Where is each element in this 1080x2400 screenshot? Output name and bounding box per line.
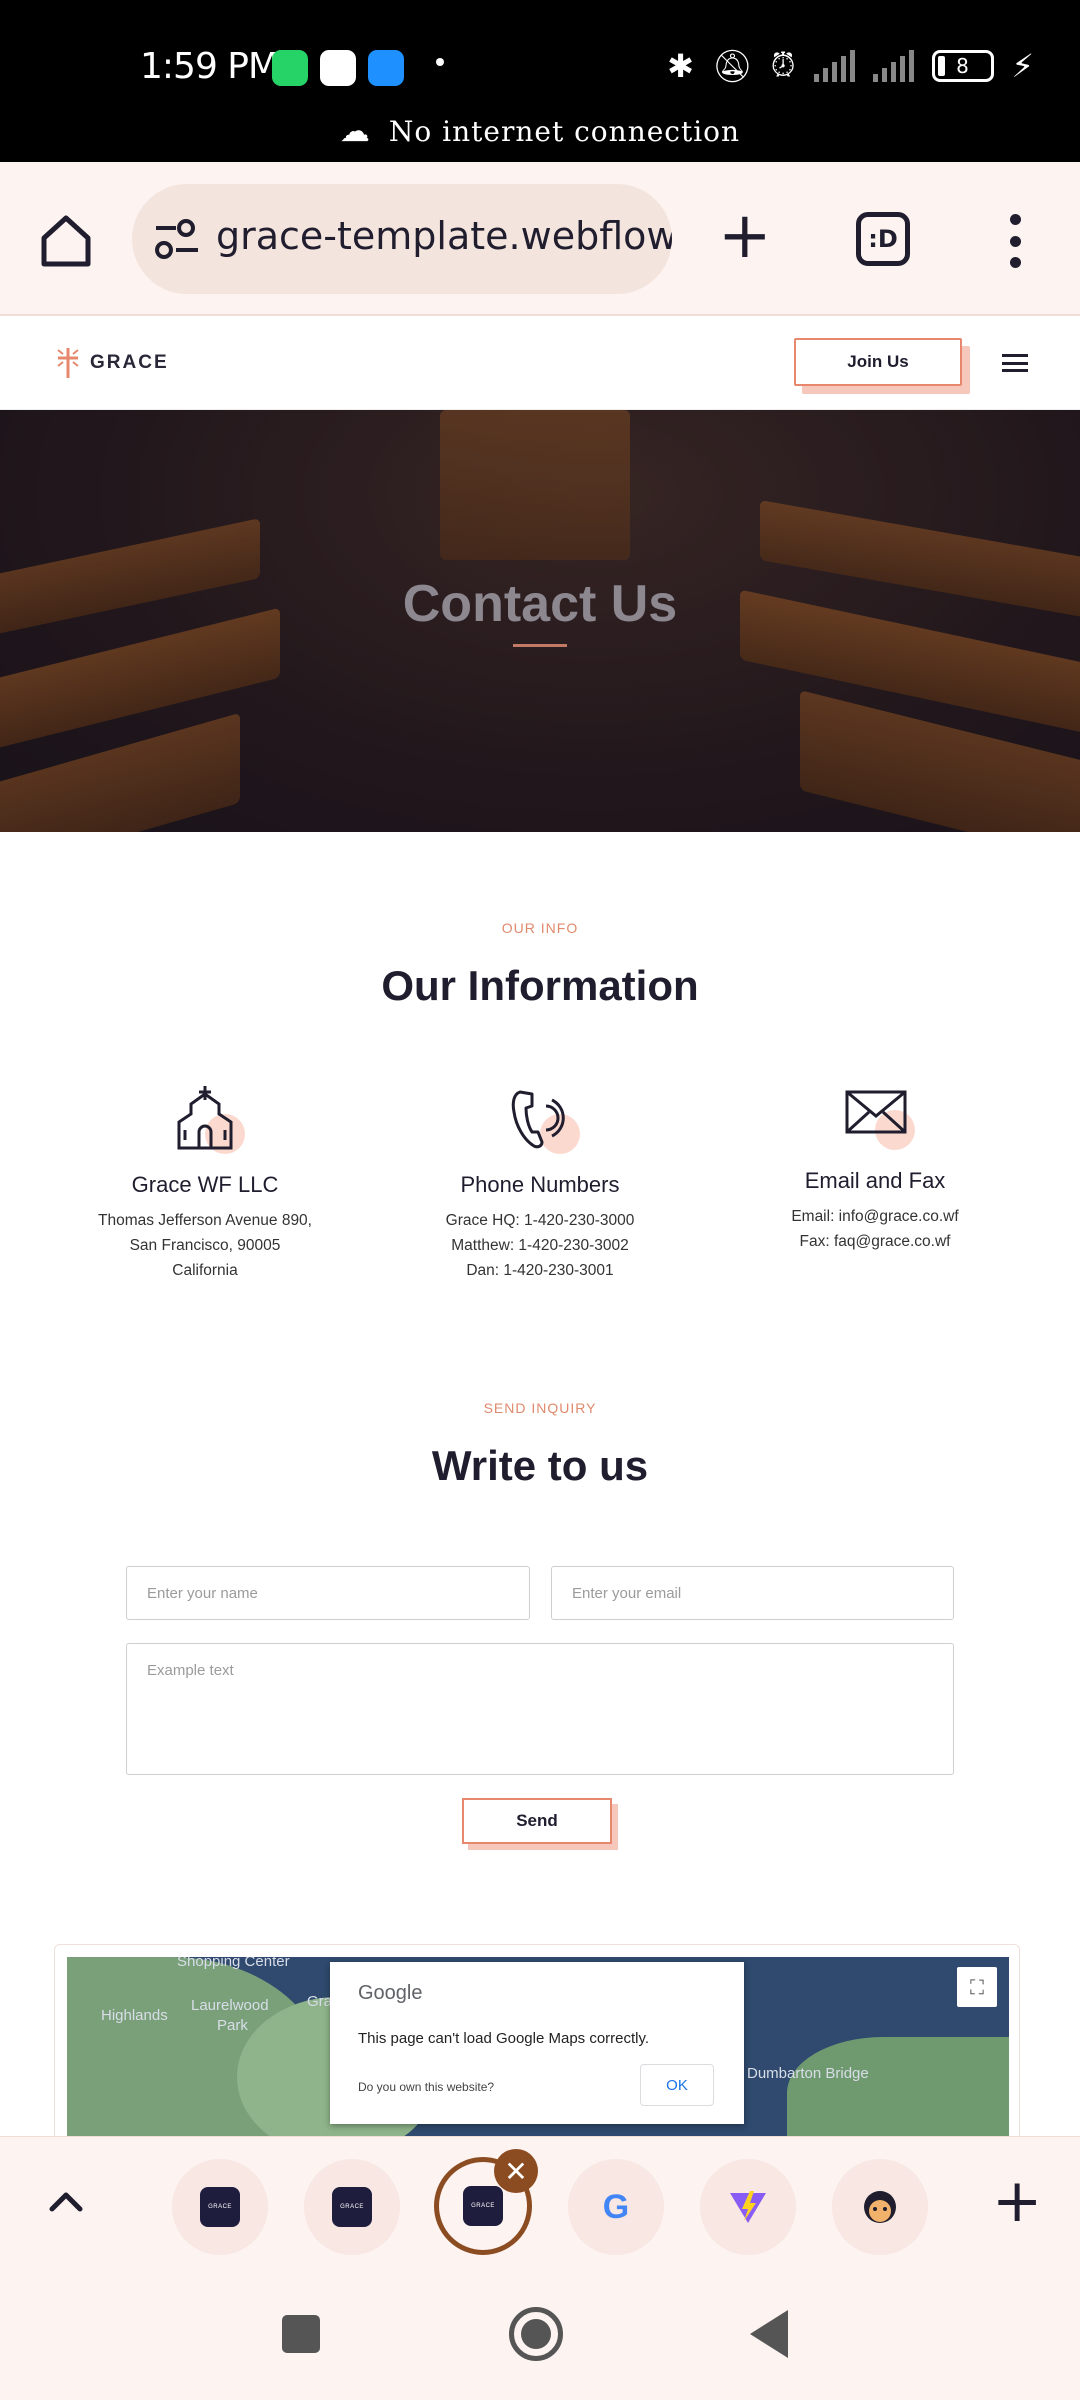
info-eyebrow: OUR INFO xyxy=(501,920,579,936)
home-icon[interactable] xyxy=(36,210,96,270)
tab-switcher-button[interactable]: :D xyxy=(856,212,910,266)
send-button[interactable]: Send xyxy=(462,1798,612,1844)
title-underline xyxy=(513,644,567,647)
tab-strip: GRACE GRACE GRACE ✕ G + xyxy=(0,2136,1080,2270)
map-label: Gra xyxy=(307,1993,333,2010)
more-notifications-dot xyxy=(436,58,444,66)
back-button[interactable] xyxy=(750,2310,788,2358)
address-bar[interactable]: grace-template.webflow.io xyxy=(132,184,672,294)
fax-line[interactable]: Fax: faq@grace.co.wf xyxy=(710,1229,1040,1254)
cross-logo-icon xyxy=(57,348,79,378)
map-label: Laurelwood xyxy=(191,1997,269,2014)
hero-banner: Contact Us xyxy=(0,410,1080,832)
info-title: Our Information xyxy=(381,962,699,1009)
grace-favicon: GRACE xyxy=(200,2187,240,2227)
tab-vite[interactable] xyxy=(700,2159,796,2255)
connection-notice-text: No internet connection xyxy=(388,115,741,148)
info-lines: Email: info@grace.co.wf Fax: faq@grace.c… xyxy=(710,1204,1040,1254)
inquiry-title: Write to us xyxy=(431,1442,649,1489)
tab-grace-2[interactable]: GRACE xyxy=(304,2159,400,2255)
tab-google[interactable]: G xyxy=(568,2159,664,2255)
browser-toolbar: grace-template.webflow.io + :D xyxy=(0,162,1080,316)
info-column-email: Email and Fax Email: info@grace.co.wf Fa… xyxy=(710,1076,1040,1254)
chevron-up-icon[interactable] xyxy=(42,2177,90,2225)
inquiry-eyebrow: SEND INQUIRY xyxy=(483,1400,597,1416)
email-input[interactable]: Enter your email xyxy=(551,1566,954,1620)
address-line: California xyxy=(172,1262,238,1279)
envelope-icon xyxy=(835,1076,915,1156)
church-icon xyxy=(165,1080,245,1160)
tab-grace-1[interactable]: GRACE xyxy=(172,2159,268,2255)
logo-text: GRACE xyxy=(90,352,169,373)
avatar-favicon xyxy=(864,2191,896,2223)
info-name: Phone Numbers xyxy=(460,1172,620,1197)
system-nav-bar xyxy=(0,2270,1080,2400)
map-label: Highlands xyxy=(101,2007,168,2024)
url-text: grace-template.webflow.io xyxy=(216,214,672,258)
battery-icon: 8 xyxy=(931,49,994,82)
map-label: Shopping Center xyxy=(177,1957,290,1970)
site-settings-icon[interactable] xyxy=(154,218,200,260)
own-website-question[interactable]: Do you own this website? xyxy=(358,2080,494,2094)
google-favicon: G xyxy=(602,2187,630,2226)
tab-avatar[interactable] xyxy=(832,2159,928,2255)
maps-error-message: This page can't load Google Maps correct… xyxy=(358,2030,650,2047)
add-tab-icon[interactable]: + xyxy=(992,2171,1042,2231)
page-title: Contact Us xyxy=(402,575,678,633)
connection-notice: ☁︎ No internet connection xyxy=(0,114,1080,149)
signal-1-icon xyxy=(813,49,855,82)
map-label: Dumbarton Bridge xyxy=(747,2065,869,2082)
phone-line[interactable]: Matthew: 1-420-230-3002 xyxy=(375,1233,705,1258)
phone-icon xyxy=(500,1080,580,1160)
map-label: Park xyxy=(217,2017,248,2034)
whatsapp-icon xyxy=(272,50,308,86)
info-column-address: Grace WF LLC Thomas Jefferson Avenue 890… xyxy=(40,1080,370,1283)
battery-level: 8 xyxy=(956,53,969,78)
address-line: San Francisco, 90005 xyxy=(129,1237,281,1254)
pulpit-image xyxy=(440,410,630,560)
info-name: Grace WF LLC xyxy=(131,1172,279,1197)
playstore-icon xyxy=(320,50,356,86)
name-input[interactable]: Enter your name xyxy=(126,1566,530,1620)
status-bar: 1:59 PM ✱ 🔕︎ ⏰︎ 8 ⚡︎ ☁︎ No internet conne… xyxy=(0,0,1080,162)
notification-icons xyxy=(272,50,404,86)
email-line[interactable]: Email: info@grace.co.wf xyxy=(710,1204,1040,1229)
site-header: GRACE Join Us xyxy=(0,316,1080,410)
status-time: 1:59 PM xyxy=(140,46,279,87)
join-us-button[interactable]: Join Us xyxy=(794,338,962,386)
mute-icon: 🔕︎ xyxy=(711,46,753,85)
bluetooth-icon: ✱ xyxy=(667,46,694,85)
site-logo[interactable]: GRACE xyxy=(54,346,169,380)
signal-2-icon xyxy=(872,49,914,82)
recents-button[interactable] xyxy=(282,2315,320,2353)
info-column-phones: Phone Numbers Grace HQ: 1-420-230-3000 M… xyxy=(375,1080,705,1283)
charging-icon: ⚡︎ xyxy=(1011,46,1034,85)
info-lines: Grace HQ: 1-420-230-3000 Matthew: 1-420-… xyxy=(375,1208,705,1283)
grace-favicon: GRACE xyxy=(332,2187,372,2227)
address-line: Thomas Jefferson Avenue 890, xyxy=(98,1212,312,1229)
alarm-icon: ⏰︎ xyxy=(770,46,796,84)
vite-favicon xyxy=(730,2191,766,2223)
phone-line[interactable]: Grace HQ: 1-420-230-3000 xyxy=(375,1208,705,1233)
info-lines: Thomas Jefferson Avenue 890, San Francis… xyxy=(40,1208,370,1283)
close-tab-icon[interactable]: ✕ xyxy=(494,2149,538,2193)
hamburger-menu-icon[interactable] xyxy=(1002,354,1028,372)
cloud-off-icon: ☁︎ xyxy=(339,114,371,149)
map-land xyxy=(787,2037,1009,2143)
home-button[interactable] xyxy=(509,2307,563,2361)
grace-favicon: GRACE xyxy=(463,2186,503,2226)
upload-icon xyxy=(368,50,404,86)
overflow-menu-icon[interactable] xyxy=(1000,214,1030,268)
ok-button[interactable]: OK xyxy=(640,2064,714,2106)
system-icons: ✱ 🔕︎ ⏰︎ 8 ⚡︎ xyxy=(667,46,1034,85)
new-tab-icon[interactable]: + xyxy=(718,204,772,268)
google-brand: Google xyxy=(358,1982,423,2004)
message-textarea[interactable]: Example text xyxy=(126,1643,954,1775)
info-name: Email and Fax xyxy=(804,1168,946,1193)
phone-line[interactable]: Dan: 1-420-230-3001 xyxy=(375,1258,705,1283)
maps-error-dialog: Google This page can't load Google Maps … xyxy=(330,1962,744,2124)
fullscreen-icon[interactable]: ⛶ xyxy=(957,1967,997,2007)
